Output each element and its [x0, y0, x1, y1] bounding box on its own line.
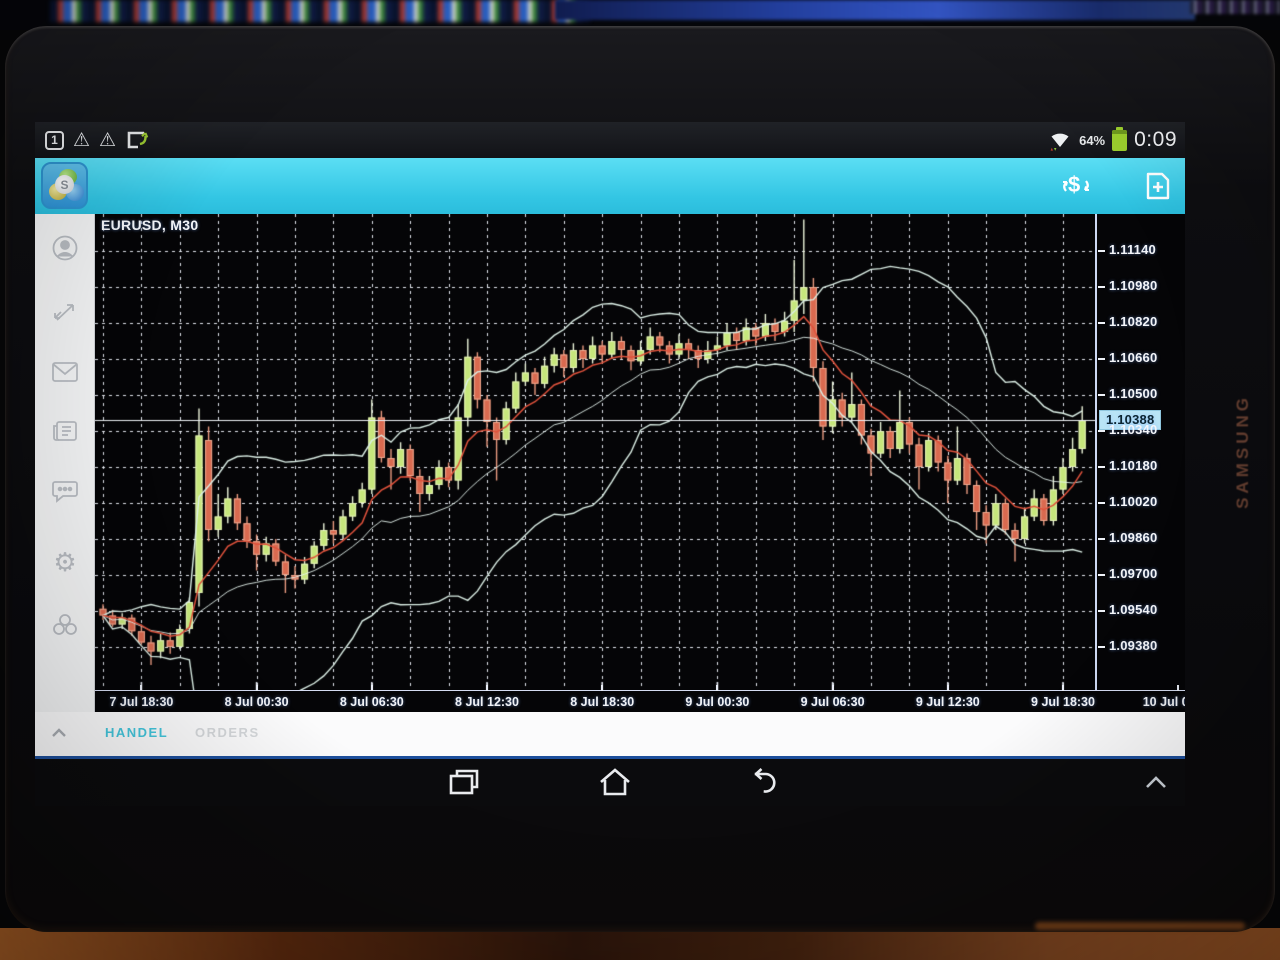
tablet-screen: 1 ⚠ ⚠ 64% — [35, 122, 1185, 806]
sidebar-item-accounts[interactable] — [49, 232, 81, 264]
sidebar-item-chat[interactable] — [49, 475, 81, 507]
price-tick-label: 1.09380 — [1109, 638, 1157, 653]
home-button[interactable] — [597, 767, 631, 798]
background-taskbar-icons — [50, 0, 590, 22]
battery-percent: 64% — [1079, 133, 1105, 148]
samsung-logo: SAMSUNG — [1233, 394, 1253, 509]
price-tick-label: 1.10500 — [1109, 386, 1157, 401]
price-tick-label: 1.10820 — [1109, 314, 1157, 329]
battery-icon — [1112, 130, 1127, 151]
time-tick-label: 9 Jul 18:30 — [1015, 695, 1111, 709]
price-tick-label: 1.09700 — [1109, 566, 1157, 581]
price-tick-label: 1.10020 — [1109, 494, 1157, 509]
time-tick-mark — [716, 685, 718, 691]
recents-icon — [447, 767, 481, 798]
back-button[interactable] — [747, 767, 781, 798]
new-order-icon[interactable] — [1145, 171, 1171, 201]
price-axis[interactable]: 1.10388 1.111401.109801.108201.106601.10… — [1095, 214, 1185, 690]
time-tick-mark — [832, 685, 834, 691]
nav-chevron-up-button[interactable] — [1143, 767, 1177, 798]
app-toolbar: S $ — [35, 158, 1185, 214]
time-tick-mark — [601, 685, 603, 691]
time-axis[interactable]: 7 Jul 18:30 8 Jul 00:30 8 Jul 06:30 8 Jul 1… — [95, 690, 1185, 712]
time-tick-label: 7 Jul 18:30 — [93, 695, 189, 709]
desk-surface — [0, 928, 1280, 960]
sidebar-item-mail[interactable] — [49, 356, 81, 388]
time-tick-mark — [486, 685, 488, 691]
photo-scene: SAMSUNG 1 ⚠ ⚠ — [0, 0, 1280, 960]
chat-icon — [51, 478, 79, 504]
time-tick-label: 9 Jul 12:30 — [900, 695, 996, 709]
wifi-icon — [1048, 128, 1072, 152]
time-tick-label: 8 Jul 12:30 — [439, 695, 535, 709]
time-tick-mark — [1062, 685, 1064, 691]
recent-apps-button[interactable] — [447, 767, 481, 798]
android-nav-bar — [35, 759, 1185, 806]
time-tick-label: 9 Jul 06:30 — [785, 695, 881, 709]
warning-icon: ⚠ — [73, 131, 90, 150]
time-tick-label: 10 Jul 00:30 — [1130, 695, 1185, 709]
home-icon — [597, 767, 633, 798]
price-chart[interactable] — [95, 214, 1095, 690]
price-tick-label: 1.10180 — [1109, 458, 1157, 473]
price-tick-label: 1.11140 — [1109, 242, 1156, 257]
sidebar-item-settings[interactable]: ⚙ — [49, 546, 81, 578]
time-tick-mark — [256, 685, 258, 691]
sidebar-item-journal[interactable] — [49, 609, 81, 641]
time-tick-label: 8 Jul 06:30 — [324, 695, 420, 709]
trade-dollar-icon[interactable]: $ — [1059, 171, 1093, 201]
clock: 0:09 — [1134, 128, 1177, 152]
tablet-device: SAMSUNG 1 ⚠ ⚠ — [5, 26, 1275, 932]
price-tick-label: 1.09540 — [1109, 602, 1157, 617]
price-tick-label: 1.10660 — [1109, 350, 1157, 365]
time-tick-label: 8 Jul 00:30 — [209, 695, 305, 709]
chart-plot: EURUSD, M30 — [95, 214, 1095, 690]
account-icon — [51, 234, 79, 262]
sidebar: ⚙ — [35, 214, 95, 712]
time-tick-mark — [140, 685, 142, 691]
chevron-up-icon[interactable] — [51, 728, 67, 738]
logo-s-badge: S — [55, 175, 74, 194]
mail-icon — [51, 361, 79, 383]
price-tick-label: 1.09860 — [1109, 530, 1157, 545]
chevron-up-icon — [1143, 767, 1169, 798]
screenshot-captured-icon — [125, 129, 149, 151]
time-tick-label: 8 Jul 18:30 — [554, 695, 650, 709]
price-tick-label: 1.10980 — [1109, 278, 1157, 293]
app-logo[interactable]: S — [41, 162, 88, 209]
gear-icon: ⚙ — [53, 549, 76, 575]
background-monitor-glow — [555, 0, 1195, 20]
warning-icon: ⚠ — [99, 131, 116, 150]
time-tick-mark — [371, 685, 373, 691]
time-tick-label: 9 Jul 00:30 — [669, 695, 765, 709]
bottom-panel: HANDEL ORDERS — [35, 712, 1185, 756]
back-icon — [747, 767, 779, 798]
time-tick-mark — [1177, 685, 1179, 691]
time-tick-mark — [947, 685, 949, 691]
news-icon — [51, 419, 79, 443]
bezel-reflection — [1035, 922, 1245, 930]
trade-arrows — [1059, 171, 1093, 201]
trade-arrows-icon — [51, 298, 79, 326]
tab-handel[interactable]: HANDEL — [105, 725, 168, 740]
mt-logo-ghost-icon — [51, 612, 79, 638]
status-bar[interactable]: 1 ⚠ ⚠ 64% — [35, 122, 1185, 158]
price-tick-label: 1.10340 — [1109, 422, 1157, 437]
symbol-label: EURUSD, M30 — [101, 217, 198, 233]
sidebar-item-trade[interactable] — [49, 296, 81, 328]
notification-count-icon: 1 — [45, 131, 64, 150]
tab-orders[interactable]: ORDERS — [195, 725, 260, 740]
sidebar-item-news[interactable] — [49, 415, 81, 447]
background-monitor-dots — [1190, 0, 1280, 14]
